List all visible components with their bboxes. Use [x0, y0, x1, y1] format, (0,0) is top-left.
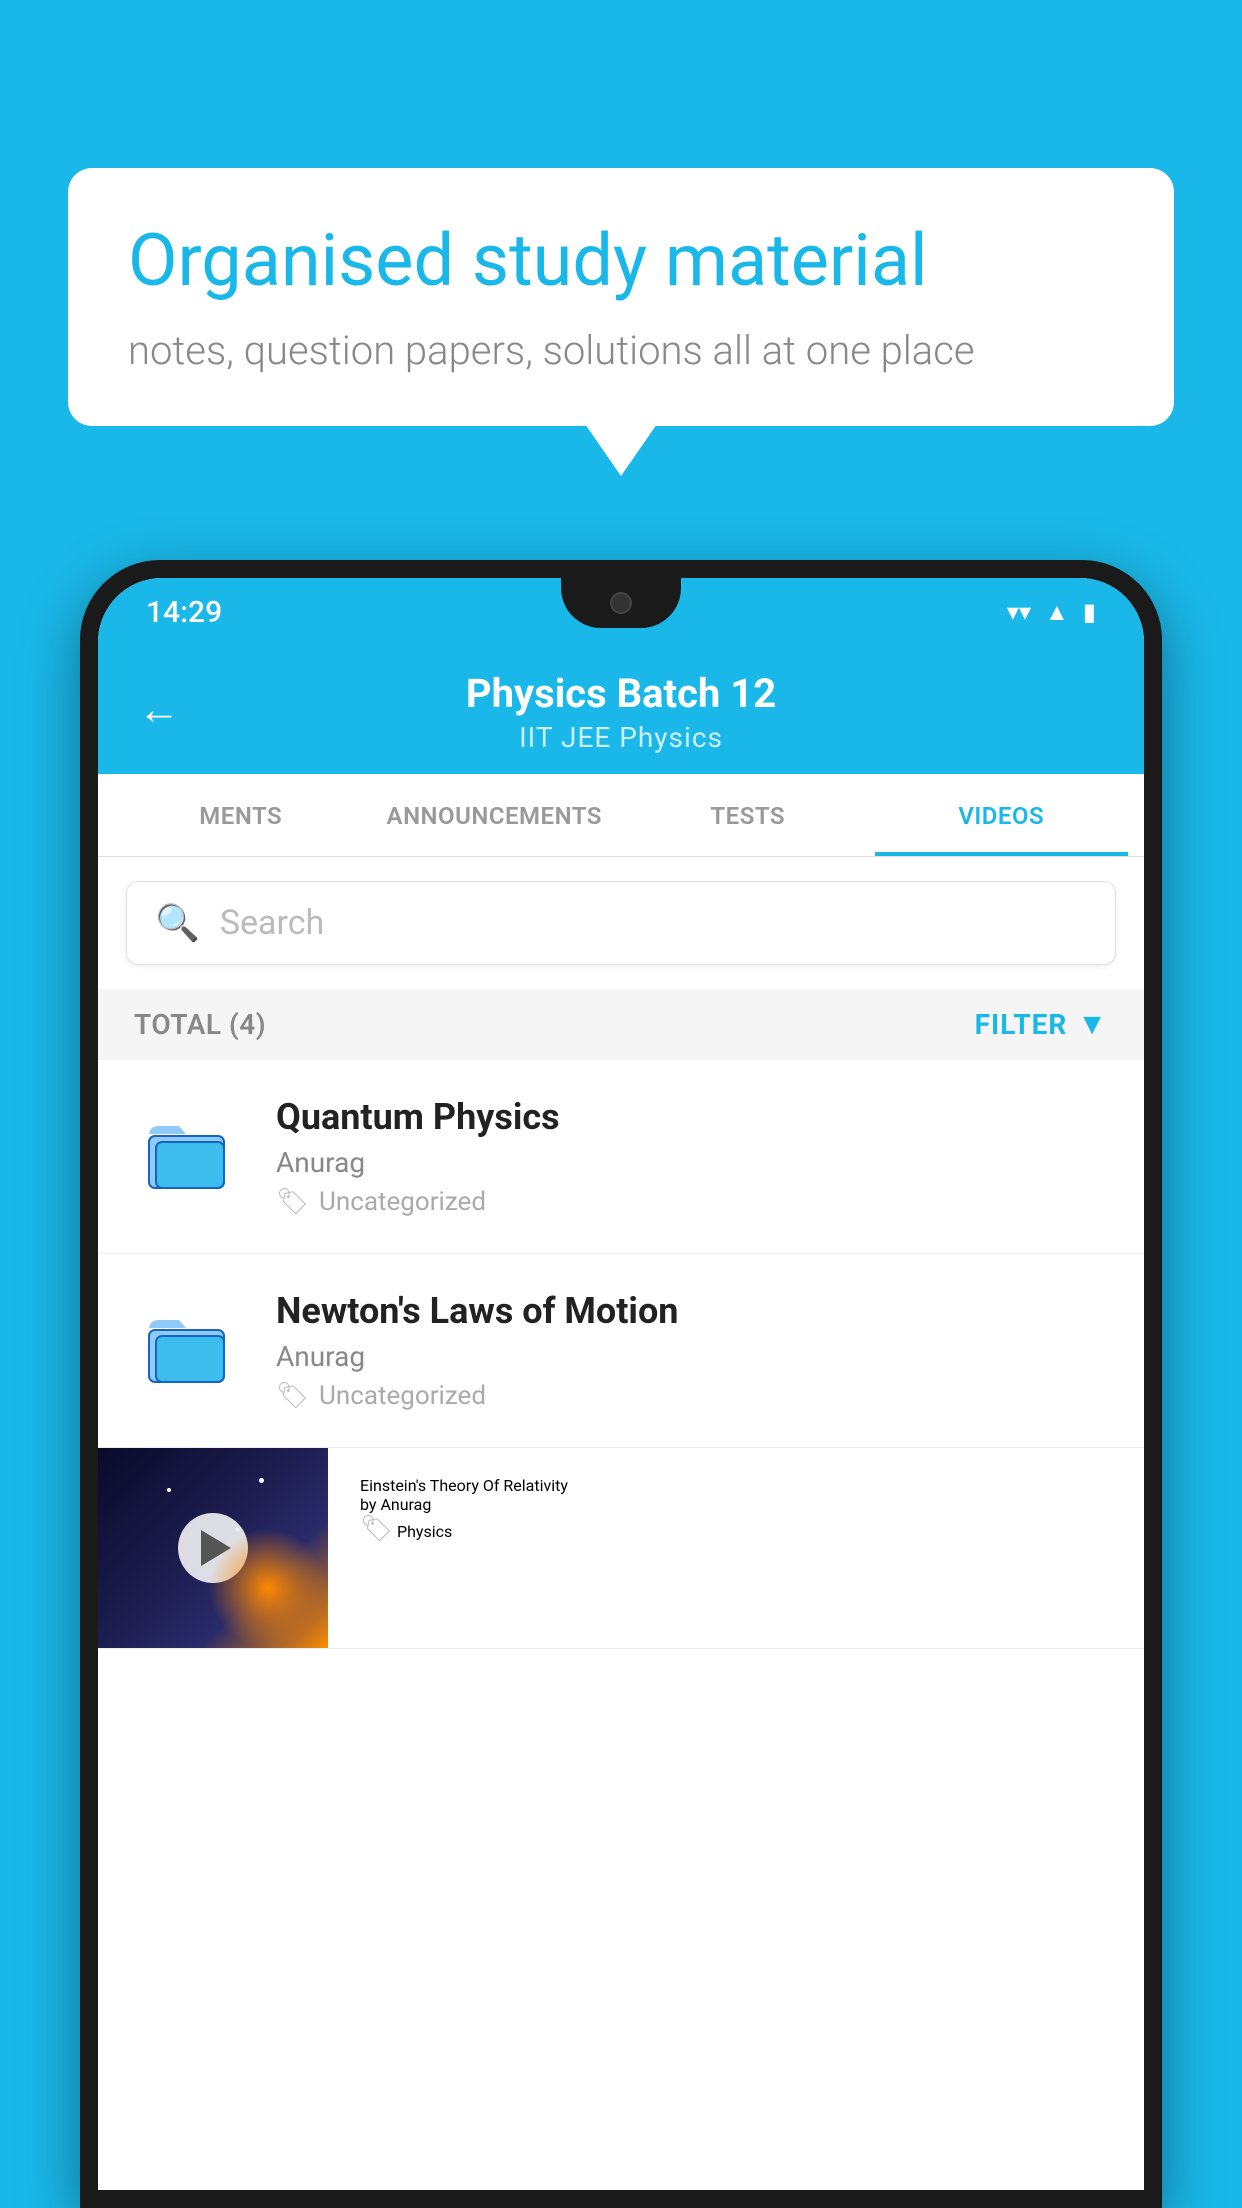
- video-info: Quantum Physics Anurag 🏷 Uncategorized: [276, 1096, 1108, 1217]
- tab-announcements[interactable]: ANNOUNCEMENTS: [368, 774, 622, 856]
- video-author: by Anurag: [360, 1495, 1108, 1514]
- search-bar[interactable]: 🔍 Search: [126, 881, 1116, 965]
- list-item[interactable]: Quantum Physics Anurag 🏷 Uncategorized: [98, 1060, 1144, 1254]
- folder-icon: [144, 1106, 234, 1196]
- star: [236, 1528, 239, 1531]
- wifi-icon: ▾▾: [1007, 598, 1031, 626]
- video-tag: 🏷 Uncategorized: [276, 1381, 1108, 1411]
- battery-icon: ▮: [1083, 598, 1096, 626]
- tab-ments[interactable]: MENTS: [114, 774, 368, 856]
- video-title: Newton's Laws of Motion: [276, 1290, 1108, 1332]
- video-list: Quantum Physics Anurag 🏷 Uncategorized: [98, 1060, 1144, 1649]
- bubble-heading: Organised study material: [128, 220, 1114, 303]
- filter-bar: TOTAL (4) FILTER ▼: [98, 989, 1144, 1060]
- batch-subtitle: IIT JEE Physics: [146, 721, 1096, 754]
- folder-icon: [144, 1300, 234, 1390]
- video-info: Newton's Laws of Motion Anurag 🏷 Uncateg…: [276, 1290, 1108, 1411]
- star: [167, 1488, 171, 1492]
- video-tag: 🏷 Physics: [360, 1514, 1108, 1544]
- star: [259, 1478, 264, 1483]
- back-button[interactable]: ←: [138, 686, 180, 735]
- tab-tests[interactable]: TESTS: [621, 774, 875, 856]
- video-author: Anurag: [276, 1340, 1108, 1373]
- search-icon: 🔍: [155, 902, 200, 944]
- glow-effect: [208, 1528, 328, 1648]
- filter-button[interactable]: FILTER ▼: [975, 1007, 1108, 1042]
- search-placeholder: Search: [220, 903, 324, 943]
- tag-icon: 🏷: [360, 1514, 393, 1544]
- tag-icon: 🏷: [276, 1381, 309, 1411]
- status-time: 14:29: [146, 595, 222, 630]
- folder-thumb: [134, 1290, 244, 1400]
- camera: [610, 592, 632, 614]
- tabs: MENTS ANNOUNCEMENTS TESTS VIDEOS: [98, 774, 1144, 857]
- phone-screen: 14:29 ▾▾ ▲ ▮ ← Physics Batch 12 IIT JEE …: [98, 578, 1144, 2190]
- batch-title: Physics Batch 12: [146, 670, 1096, 717]
- video-title: Quantum Physics: [276, 1096, 1108, 1138]
- phone-frame: 14:29 ▾▾ ▲ ▮ ← Physics Batch 12 IIT JEE …: [80, 560, 1162, 2208]
- video-tag: 🏷 Uncategorized: [276, 1187, 1108, 1217]
- video-author: Anurag: [276, 1146, 1108, 1179]
- video-thumbnail: [98, 1448, 328, 1648]
- list-item[interactable]: Einstein's Theory Of Relativity by Anura…: [98, 1448, 1144, 1649]
- list-item[interactable]: Newton's Laws of Motion Anurag 🏷 Uncateg…: [98, 1254, 1144, 1448]
- tag-label: Uncategorized: [319, 1381, 486, 1411]
- bubble-subtext: notes, question papers, solutions all at…: [128, 327, 1114, 374]
- signal-icon: ▲: [1045, 598, 1069, 627]
- tag-icon: 🏷: [276, 1187, 309, 1217]
- speech-bubble: Organised study material notes, question…: [68, 168, 1174, 426]
- tag-label: Uncategorized: [319, 1187, 486, 1217]
- video-info: Einstein's Theory Of Relativity by Anura…: [328, 1448, 1108, 1572]
- video-title: Einstein's Theory Of Relativity: [360, 1476, 1108, 1495]
- filter-icon: ▼: [1077, 1007, 1108, 1042]
- notch: [561, 578, 681, 628]
- tag-label: Physics: [397, 1522, 452, 1541]
- status-icons: ▾▾ ▲ ▮: [1007, 598, 1096, 627]
- app-header: ← Physics Batch 12 IIT JEE Physics: [98, 646, 1144, 774]
- folder-thumb: [134, 1096, 244, 1206]
- total-label: TOTAL (4): [134, 1008, 266, 1041]
- tab-videos[interactable]: VIDEOS: [875, 774, 1129, 856]
- filter-label: FILTER: [975, 1008, 1068, 1041]
- status-bar: 14:29 ▾▾ ▲ ▮: [98, 578, 1144, 646]
